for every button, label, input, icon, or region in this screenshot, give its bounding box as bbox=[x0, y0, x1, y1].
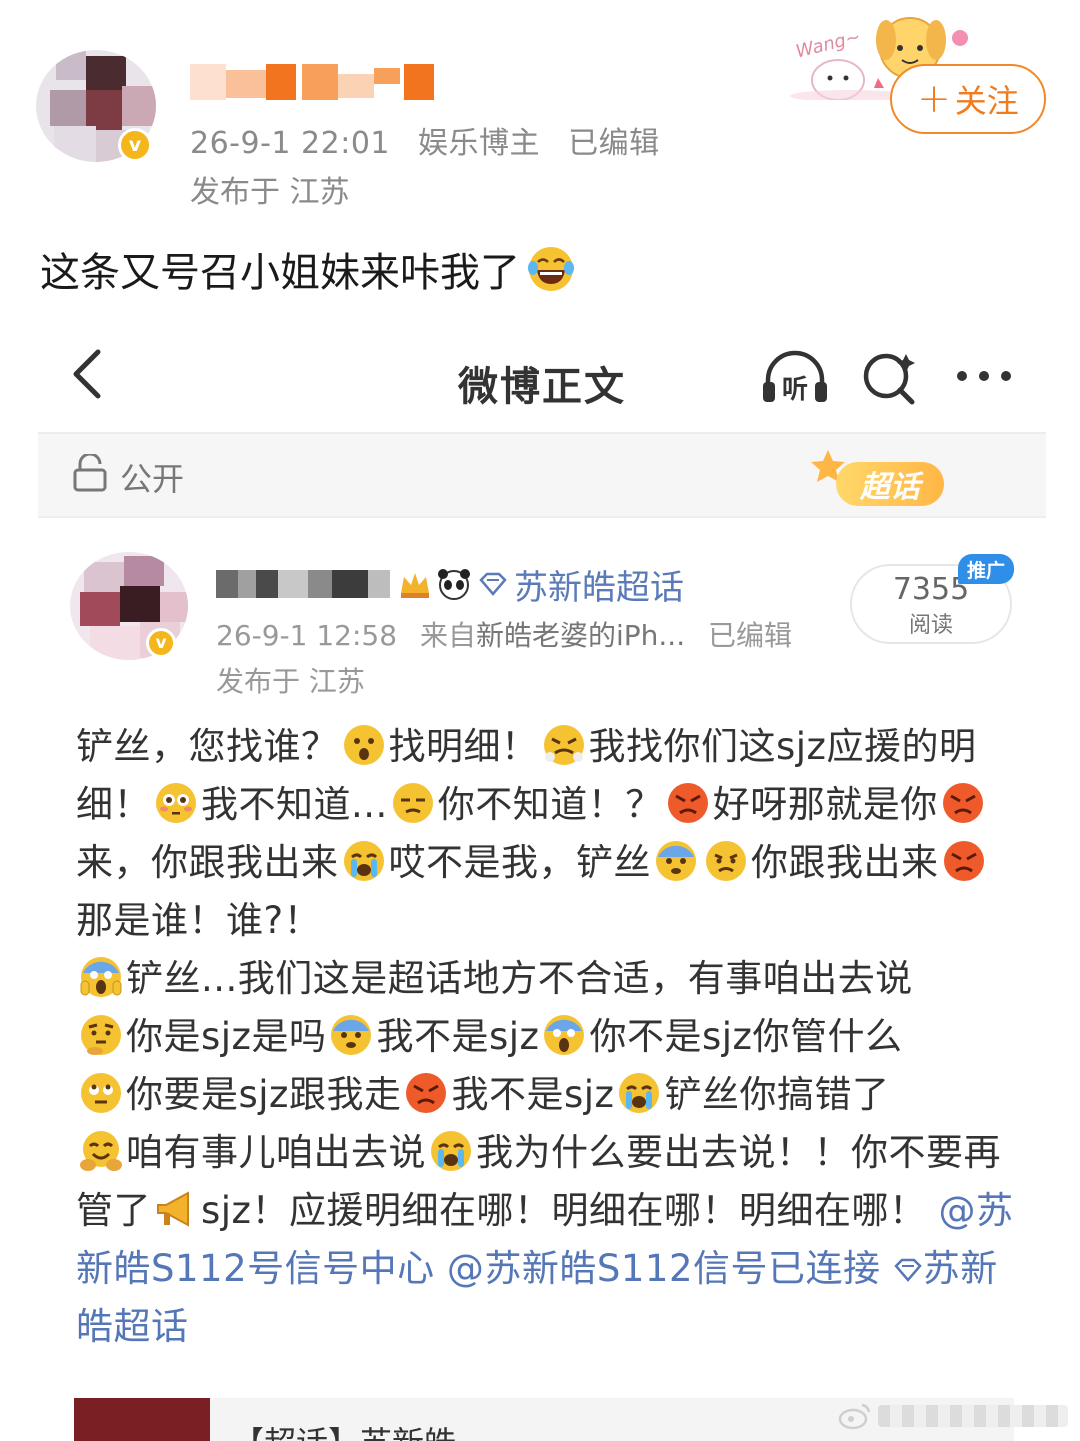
fearful-emoji-icon bbox=[329, 1013, 373, 1057]
angry-emoji-icon bbox=[404, 1071, 448, 1115]
super-topic-link[interactable]: 苏新皓超话 bbox=[514, 560, 684, 609]
body-segment: 铲丝...我们这是超话地方不合适，有事咱出去说 bbox=[126, 957, 913, 1000]
body-segment: 好呀那就是你 bbox=[712, 783, 938, 826]
inner-post-location: 发布于 江苏 bbox=[216, 665, 365, 698]
super-topic-diamond-icon bbox=[894, 1258, 922, 1282]
edited-label: 已编辑 bbox=[568, 126, 660, 161]
hug-emoji-icon bbox=[79, 1129, 123, 1173]
promo-badge[interactable]: 推广 bbox=[958, 554, 1014, 584]
super-topic-label: 超话 bbox=[836, 462, 944, 506]
super-topic-diamond-icon bbox=[479, 572, 507, 596]
plus-icon: + bbox=[917, 76, 951, 122]
scream-emoji-icon bbox=[542, 1013, 586, 1057]
follow-label: 关注 bbox=[954, 82, 1019, 120]
angry-emoji-icon bbox=[666, 781, 710, 825]
post-date: 26-9-1 22:01 bbox=[190, 126, 390, 161]
scream-emoji-icon bbox=[79, 955, 123, 999]
megaphone-emoji-icon bbox=[154, 1187, 198, 1231]
body-segment: 哎不是我，铲丝 bbox=[388, 841, 651, 884]
post-text: 这条又号召小姐妹来咔我了 bbox=[40, 240, 576, 298]
more-menu-icon[interactable] bbox=[954, 362, 1014, 392]
body-segment: 你不是sjz你管什么 bbox=[589, 1015, 903, 1058]
body-segment: 我不是sjz bbox=[376, 1015, 540, 1058]
top-nav-bar: 微博正文 听 bbox=[38, 318, 1046, 434]
flushed-emoji-icon bbox=[154, 781, 198, 825]
body-segment: 你要是sjz跟我走 bbox=[126, 1073, 402, 1116]
super-topic-tag[interactable]: 超话 bbox=[808, 448, 968, 510]
body-segment: 咱有事儿咱出去说 bbox=[126, 1131, 426, 1174]
author-role: 娱乐博主 bbox=[418, 126, 541, 161]
search-icon[interactable] bbox=[860, 348, 920, 408]
inner-edited-label: 已编辑 bbox=[708, 619, 793, 652]
body-segment: 你不知道！？ bbox=[437, 783, 663, 826]
inner-post-date: 26-9-1 12:58 bbox=[216, 619, 398, 652]
post-text-content: 这条又号召小姐妹来咔我了 bbox=[40, 250, 520, 296]
svg-text:Wang~: Wang~ bbox=[794, 26, 863, 62]
mention-link[interactable]: @苏新皓S112信号已连接 bbox=[447, 1247, 881, 1290]
body-segment: 来，你跟我出来 bbox=[76, 841, 339, 884]
body-segment: 找明细！ bbox=[388, 725, 539, 768]
crying-emoji-icon bbox=[617, 1071, 661, 1115]
body-segment: sjz！应援明细在哪！明细在哪！明细在哪！ bbox=[201, 1189, 927, 1232]
body-segment: 我不是sjz bbox=[451, 1073, 615, 1116]
fearful-emoji-icon bbox=[654, 839, 698, 883]
body-segment: 铲丝你搞错了 bbox=[664, 1073, 890, 1116]
embedded-screenshot: 微博正文 听 公开 超话 v 苏新皓超话 26-9-1 12:58 来自新皓老婆… bbox=[38, 318, 1046, 1441]
listen-headphones-icon[interactable]: 听 bbox=[760, 348, 830, 408]
weibo-logo-icon bbox=[838, 1403, 871, 1430]
visibility-label: 公开 bbox=[120, 460, 185, 498]
body-segment: 你是sjz是吗 bbox=[126, 1015, 327, 1058]
angry-emoji-icon bbox=[942, 839, 986, 883]
crying-emoji-icon bbox=[342, 839, 386, 883]
unlock-icon bbox=[73, 454, 107, 492]
super-topic-card-title: 【超话】苏新皓 bbox=[232, 1418, 456, 1441]
laughing-tears-emoji-icon bbox=[528, 247, 574, 291]
crying-emoji-icon bbox=[429, 1129, 473, 1173]
source-device[interactable]: 新皓老婆的iPh... bbox=[476, 619, 685, 652]
verified-badge-icon: v bbox=[118, 128, 152, 162]
steam-angry-emoji-icon bbox=[542, 723, 586, 767]
inner-verified-badge-icon: v bbox=[146, 628, 176, 658]
body-segment: 那是谁！谁?！ bbox=[76, 899, 322, 942]
surprised-emoji-icon bbox=[342, 723, 386, 767]
frown-emoji-icon bbox=[704, 839, 748, 883]
angry-emoji-icon bbox=[941, 781, 985, 825]
panda-icon bbox=[438, 569, 470, 600]
svg-text:听: 听 bbox=[782, 375, 808, 405]
body-segment: 我不知道... bbox=[201, 783, 388, 826]
post-location: 发布于 江苏 bbox=[190, 175, 350, 210]
body-segment: 铲丝，您找谁？ bbox=[76, 725, 339, 768]
inner-author-name[interactable]: 苏新皓超话 bbox=[216, 560, 684, 609]
watermark-username-mosaic bbox=[878, 1405, 1068, 1427]
read-count-label: 阅读 bbox=[908, 613, 953, 638]
weibo-watermark bbox=[838, 1398, 1068, 1434]
author-name-mosaic[interactable] bbox=[190, 64, 440, 104]
follow-button[interactable]: + 关注 bbox=[890, 64, 1046, 134]
body-segment: 你跟我出来 bbox=[751, 841, 939, 884]
source-prefix: 来自 bbox=[419, 619, 476, 652]
super-topic-thumbnail bbox=[74, 1398, 210, 1441]
thinking-emoji-icon bbox=[79, 1013, 123, 1057]
inner-post-meta: 26-9-1 12:58 来自新皓老婆的iPh... 已编辑 bbox=[216, 614, 792, 654]
eye-roll-emoji-icon bbox=[79, 1071, 123, 1115]
crown-icon bbox=[401, 573, 429, 598]
post-body: 铲丝，您找谁？ 找明细！ 我找你们这sjz应援的明细！ 我不知道... 你不知道！？ 好呀… bbox=[76, 718, 1016, 1356]
inner-name-mosaic bbox=[216, 570, 390, 598]
post-meta: 26-9-1 22:01 娱乐博主 已编辑 bbox=[190, 118, 678, 162]
unamused-emoji-icon bbox=[391, 781, 435, 825]
